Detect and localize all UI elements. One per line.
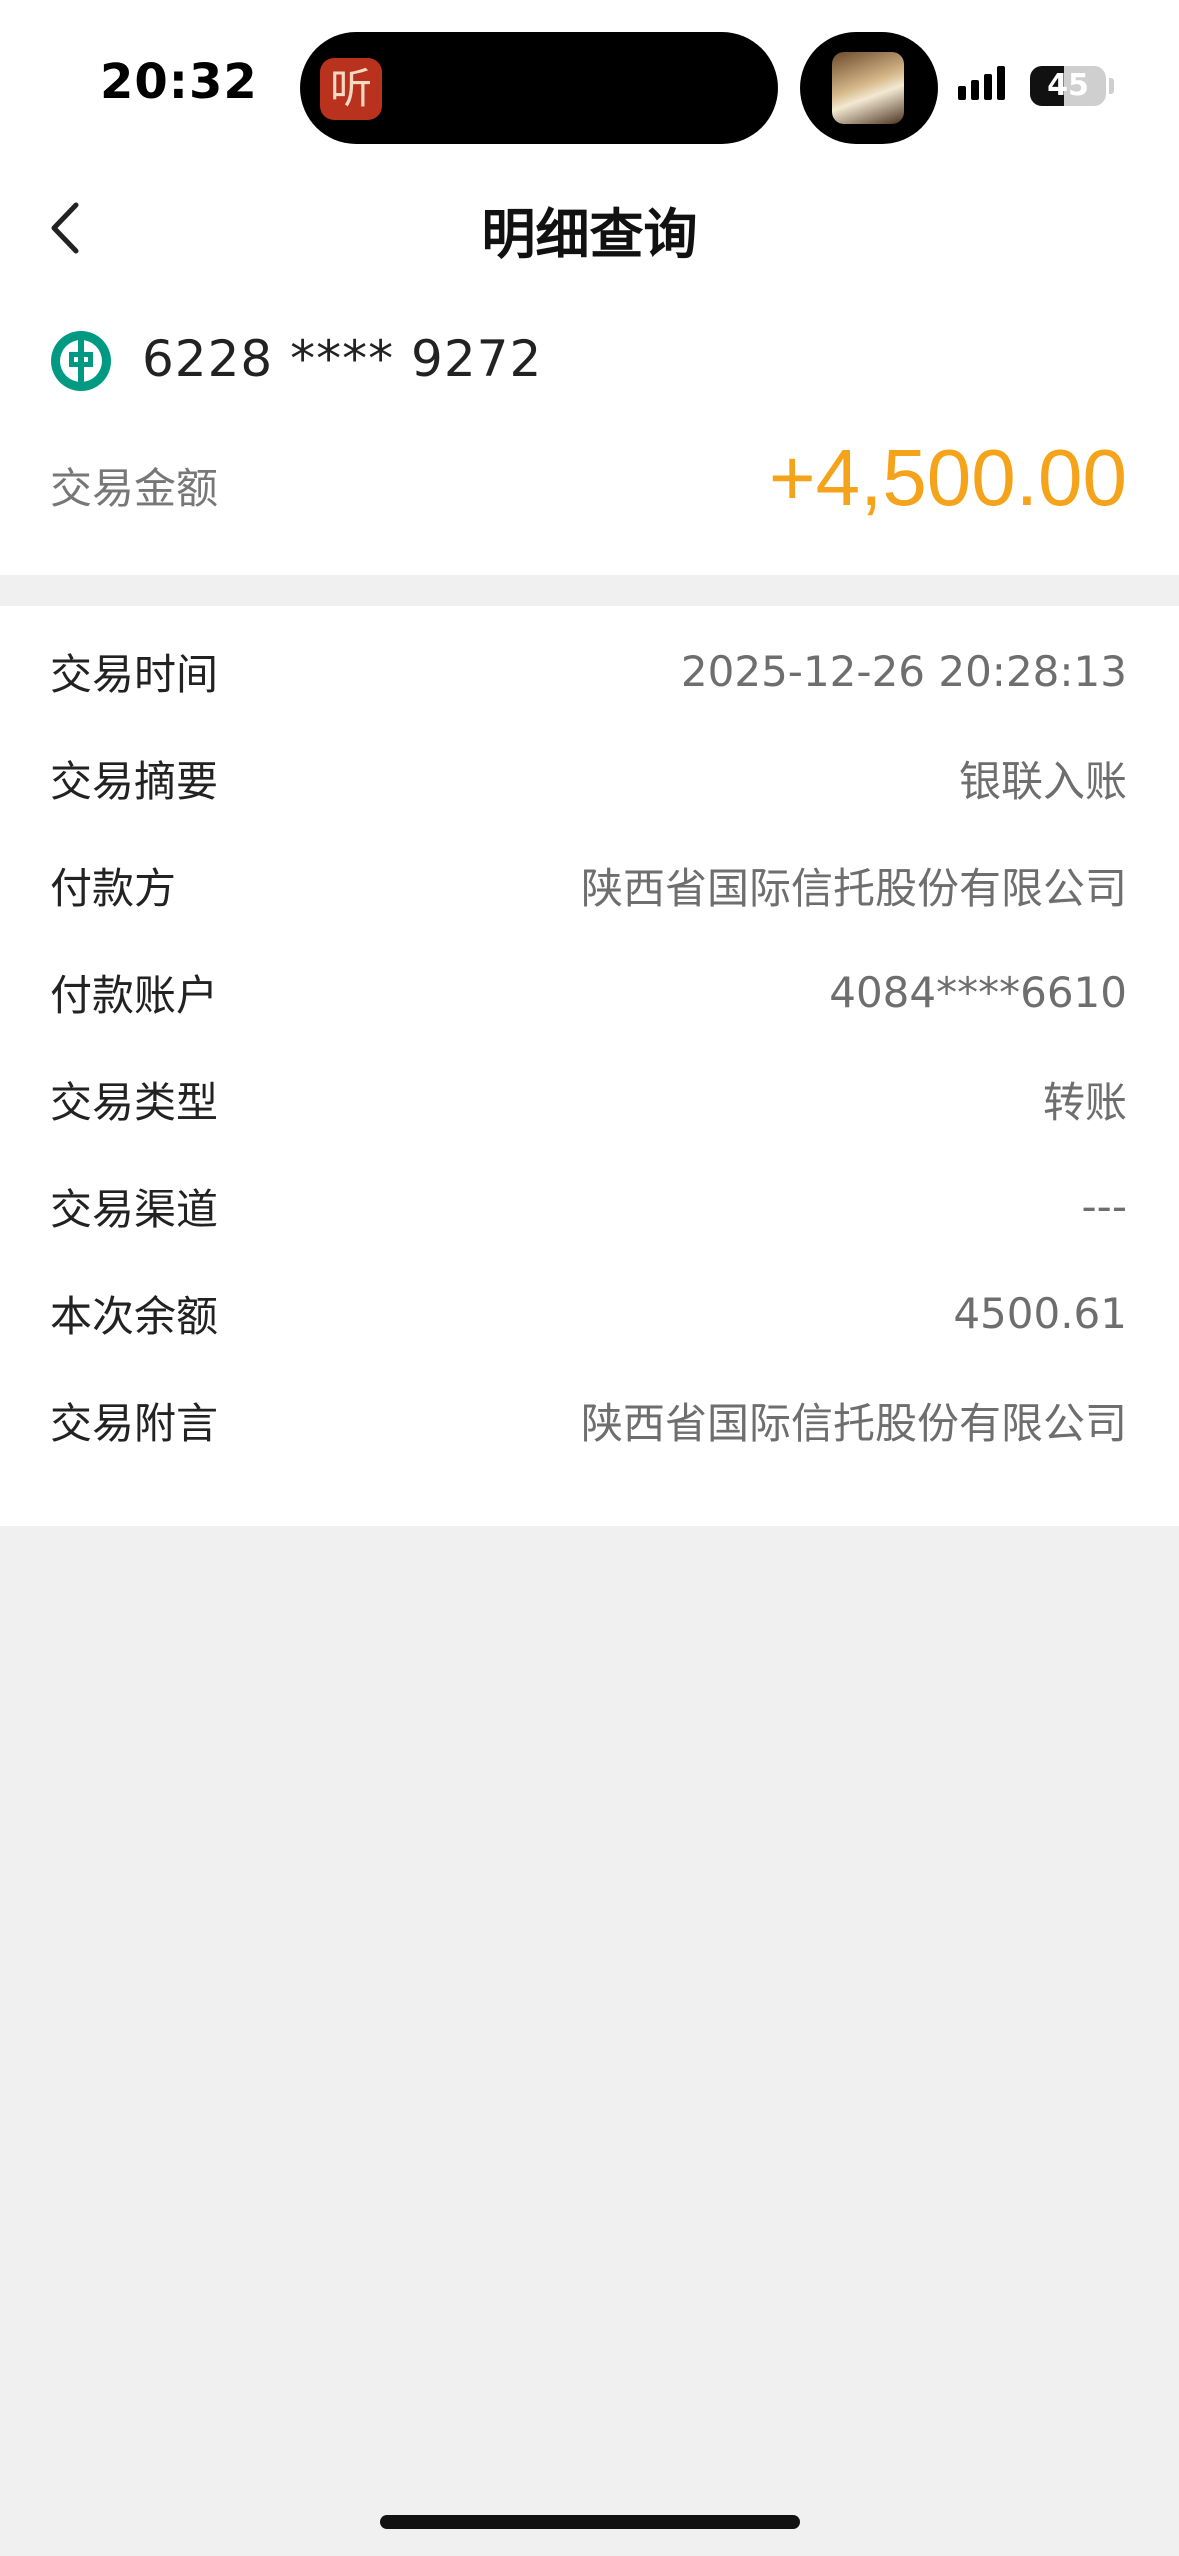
detail-label: 付款方 [50,863,177,913]
battery-tip [1109,78,1114,94]
detail-value: 银联入账 [958,756,1127,806]
media-thumbnail[interactable] [832,52,904,124]
detail-row-type: 交易类型 转账 [50,1059,1127,1139]
detail-row-channel: 交易渠道 --- [50,1166,1127,1246]
bank-logo-icon [48,328,114,394]
battery-icon: 45 [1030,66,1106,106]
detail-value: 4500.61 [953,1288,1127,1338]
detail-value: 陕西省国际信托股份有限公司 [580,863,1127,913]
detail-value: 陕西省国际信托股份有限公司 [580,1398,1127,1448]
transaction-amount: +4,500.00 [768,433,1127,522]
detail-value: 转账 [1042,1077,1127,1127]
transaction-details: 交易时间 2025-12-26 20:28:13 交易摘要 银联入账 付款方 陕… [0,606,1179,1526]
page-title: 明细查询 [481,203,698,266]
signal-icon [958,66,1005,100]
detail-value: 2025-12-26 20:28:13 [680,646,1127,696]
detail-value: 4084****6610 [829,967,1127,1017]
header-section: 20:32 听 45 明细查询 6228 **** 9272 交易金额 +4,5… [0,0,1179,575]
detail-row-balance: 本次余额 4500.61 [50,1273,1127,1353]
detail-label: 交易时间 [50,649,219,699]
detail-value: --- [1081,1181,1127,1231]
detail-label: 本次余额 [50,1291,219,1341]
detail-row-memo: 交易附言 陕西省国际信托股份有限公司 [50,1380,1127,1460]
listen-app-icon[interactable]: 听 [320,58,382,120]
battery-level: 45 [1047,68,1089,103]
detail-row-time: 交易时间 2025-12-26 20:28:13 [50,631,1127,711]
status-time: 20:32 [100,54,258,110]
detail-row-payer: 付款方 陕西省国际信托股份有限公司 [50,845,1127,925]
home-indicator[interactable] [380,2515,800,2529]
detail-label: 付款账户 [50,970,219,1020]
card-number: 6228 **** 9272 [142,330,543,388]
amount-label: 交易金额 [50,464,219,513]
detail-label: 交易类型 [50,1077,219,1127]
detail-label: 交易摘要 [50,756,219,806]
detail-label: 交易附言 [50,1398,219,1448]
detail-label: 交易渠道 [50,1184,219,1234]
detail-row-payer-account: 付款账户 4084****6610 [50,952,1127,1032]
detail-row-summary: 交易摘要 银联入账 [50,738,1127,818]
